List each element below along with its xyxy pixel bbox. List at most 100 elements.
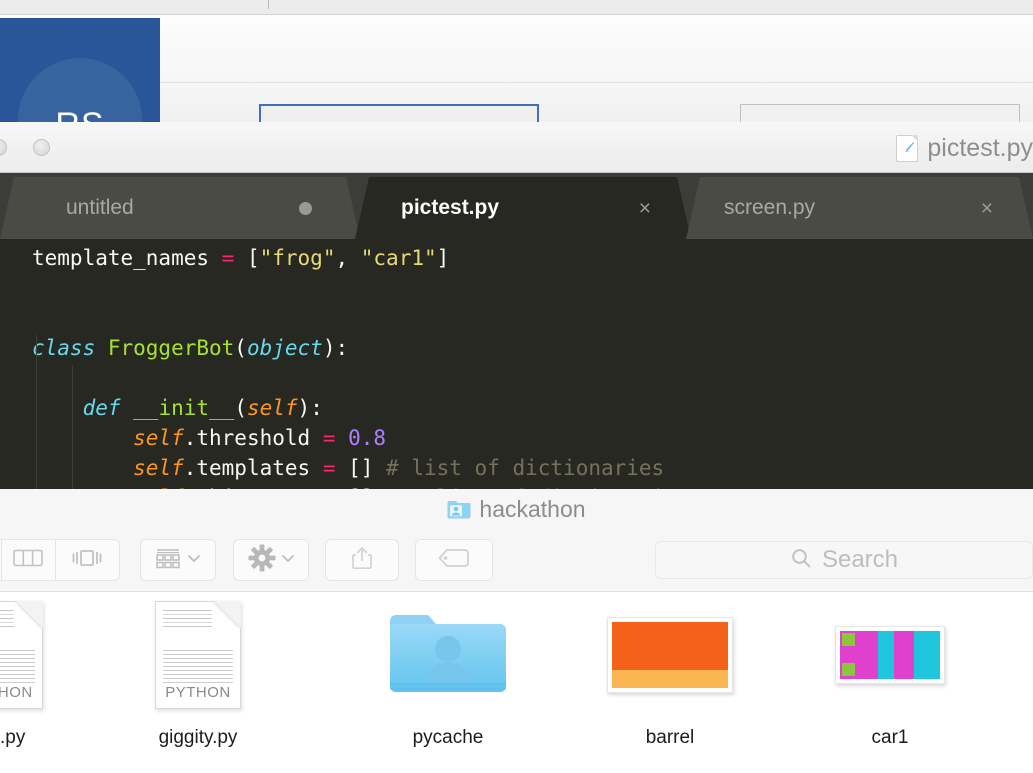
file-type-label: PYTHON — [165, 684, 231, 701]
code-line: template_names = ["frog", "car1"] — [0, 243, 1033, 273]
chevron-down-icon — [280, 551, 296, 569]
file-label: giggity.py — [158, 727, 238, 748]
code-token: = — [322, 426, 349, 450]
cover-flow-view-icon — [69, 547, 105, 574]
code-editor-window: 𝓁 pictest.py untitled pictest.py × screen.p… — [0, 122, 1033, 493]
code-token: "car1" — [360, 246, 437, 270]
background-app-rule — [160, 82, 1033, 83]
code-token: , — [335, 246, 361, 270]
shared-folder-icon — [447, 500, 471, 519]
doc-preview-lines — [0, 650, 35, 686]
finder-toolbar: Search — [0, 529, 1033, 592]
background-app-window: RS — [0, 0, 1033, 135]
code-token: = — [322, 456, 349, 480]
doc-preview-lines — [163, 650, 233, 686]
doc-preview-lines — [163, 610, 212, 630]
thumbnail-stripe — [878, 631, 894, 679]
tab-label: screen.py — [724, 196, 816, 219]
search-input[interactable]: Search — [655, 541, 1033, 579]
finder-file-grid: PYTHON est.py PYTHON giggity.py pycache barre… — [0, 592, 1033, 773]
view-column-button[interactable] — [1, 539, 54, 581]
code-token: self — [133, 426, 184, 450]
file-thumbnail: PYTHON — [0, 600, 80, 710]
code-line: def __init__(self): — [0, 393, 1033, 423]
thumbnail-stripe — [918, 631, 940, 679]
file-thumbnail — [368, 600, 528, 710]
tab-close-icon[interactable]: × — [639, 198, 651, 219]
file-label: pycache — [412, 727, 484, 748]
file-label: barrel — [645, 727, 695, 748]
background-app-top-strip — [0, 0, 1033, 15]
code-line: self.templates = [] # list of dictionari… — [0, 453, 1033, 483]
search-icon — [790, 547, 812, 574]
avatar-panel: RS — [0, 18, 160, 135]
code-token: template_names — [32, 246, 222, 270]
code-token: = — [221, 246, 247, 270]
code-token: ): — [322, 336, 349, 360]
editor-tab-bar: untitled pictest.py × screen.py × — [0, 173, 1033, 239]
editor-tab-untitled[interactable]: untitled — [0, 177, 360, 239]
code-token: ] — [436, 246, 450, 270]
indent-guide — [72, 365, 73, 493]
editor-window-title: pictest.py — [927, 134, 1033, 162]
indent-guide — [36, 335, 37, 493]
tab-close-icon[interactable]: × — [981, 198, 993, 219]
view-coverflow-button[interactable] — [56, 539, 119, 581]
code-token: .threshold — [183, 426, 323, 450]
column-view-icon — [13, 548, 43, 573]
file-item[interactable]: PYTHON est.py — [0, 600, 80, 749]
action-menu-button[interactable] — [233, 539, 309, 581]
share-button[interactable] — [325, 539, 399, 581]
python-file-icon: PYTHON — [0, 601, 43, 709]
file-item[interactable]: barrel — [590, 600, 750, 749]
close-button[interactable] — [0, 139, 7, 156]
file-label: est.py — [0, 727, 26, 748]
code-token: object — [246, 336, 323, 360]
tab-modified-indicator[interactable] — [299, 201, 312, 215]
search-placeholder: Search — [821, 546, 899, 573]
image-thumbnail — [607, 617, 733, 693]
code-token: ( — [234, 396, 247, 420]
file-item[interactable]: pycache — [368, 600, 528, 749]
doc-preview-lines — [0, 610, 14, 630]
file-thumbnail — [590, 600, 750, 710]
file-thumbnail — [810, 600, 970, 710]
code-token: ( — [234, 336, 247, 360]
file-thumbnail: PYTHON — [118, 600, 278, 710]
file-label: car1 — [871, 727, 909, 748]
code-token: __init__ — [133, 396, 235, 420]
code-token: self — [133, 456, 184, 480]
finder-titlebar: hackathon — [0, 489, 1033, 529]
code-token: class — [32, 336, 108, 360]
grid-icon — [154, 546, 182, 575]
tab-label: untitled — [66, 196, 134, 219]
code-token: def — [82, 396, 134, 420]
code-token: ): — [297, 396, 323, 420]
share-icon — [350, 545, 374, 576]
code-line: class FroggerBot(object): — [0, 333, 1033, 363]
code-token: [] — [348, 456, 387, 480]
code-token: [ — [246, 246, 260, 270]
file-item[interactable]: car1 — [810, 600, 970, 749]
file-item[interactable]: PYTHON giggity.py — [118, 600, 278, 749]
python-document-icon: 𝓁 — [896, 135, 919, 162]
view-mode-group — [0, 539, 120, 581]
finder-window: hackathon Search HON .py PYTHON giggity.… — [0, 489, 1033, 773]
gear-icon — [247, 543, 277, 578]
file-type-label: PYTHON — [0, 684, 33, 701]
tag-button[interactable] — [415, 539, 493, 581]
tab-label: pictest.py — [401, 196, 500, 219]
editor-tab-screen-py[interactable]: screen.py × — [686, 177, 1033, 239]
python-glyph: 𝓁 — [905, 140, 910, 156]
code-line: self.threshold = 0.8 — [0, 423, 1033, 453]
editor-tab-pictest-py[interactable]: pictest.py × — [355, 177, 691, 239]
code-text-area[interactable]: template_names = ["frog", "car1"] class F… — [0, 239, 1033, 493]
minimize-button[interactable] — [33, 139, 50, 156]
arrange-button[interactable] — [140, 539, 216, 581]
